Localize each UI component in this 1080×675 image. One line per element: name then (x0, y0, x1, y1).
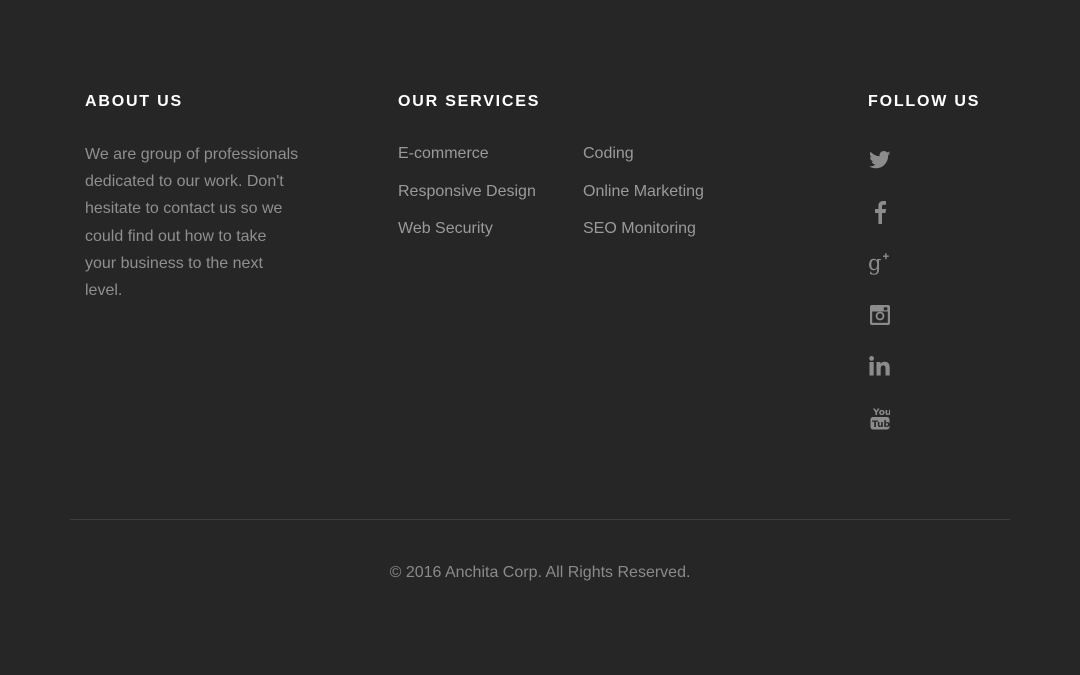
linkedin-icon (869, 356, 890, 376)
follow-heading: FOLLOW US (868, 93, 981, 110)
twitter-link[interactable] (868, 148, 892, 172)
linkedin-link[interactable] (868, 354, 892, 378)
google-plus-icon: g (868, 251, 889, 275)
services-heading: OUR SERVICES (398, 93, 541, 110)
social-links: g You Tube (868, 148, 892, 457)
service-link-seo-monitoring[interactable]: SEO Monitoring (583, 216, 704, 242)
svg-text:Tube: Tube (872, 420, 890, 430)
twitter-icon (869, 151, 891, 169)
services-list-left: E-commerce Responsive Design Web Securit… (398, 141, 536, 254)
copyright-text: © 2016 Anchita Corp. All Rights Reserved… (389, 564, 691, 581)
google-plus-link[interactable]: g (868, 251, 892, 275)
svg-text:You: You (872, 408, 890, 418)
instagram-link[interactable] (868, 303, 892, 327)
footer-divider (70, 519, 1010, 520)
service-link-web-security[interactable]: Web Security (398, 216, 536, 242)
services-list-right: Coding Online Marketing SEO Monitoring (583, 141, 704, 254)
about-text: We are group of professionals dedicated … (85, 146, 299, 300)
service-link-responsive-design[interactable]: Responsive Design (398, 179, 536, 205)
service-link-ecommerce[interactable]: E-commerce (398, 141, 536, 167)
svg-text:g: g (868, 251, 881, 275)
youtube-link[interactable]: You Tube (868, 406, 892, 430)
facebook-link[interactable] (868, 200, 892, 224)
instagram-icon (870, 304, 890, 325)
about-heading: ABOUT US (85, 93, 183, 110)
service-link-coding[interactable]: Coding (583, 141, 704, 167)
youtube-icon: You Tube (870, 408, 890, 430)
facebook-icon (875, 200, 886, 224)
site-footer: ABOUT US We are group of professionals d… (0, 0, 1080, 675)
service-link-online-marketing[interactable]: Online Marketing (583, 179, 704, 205)
